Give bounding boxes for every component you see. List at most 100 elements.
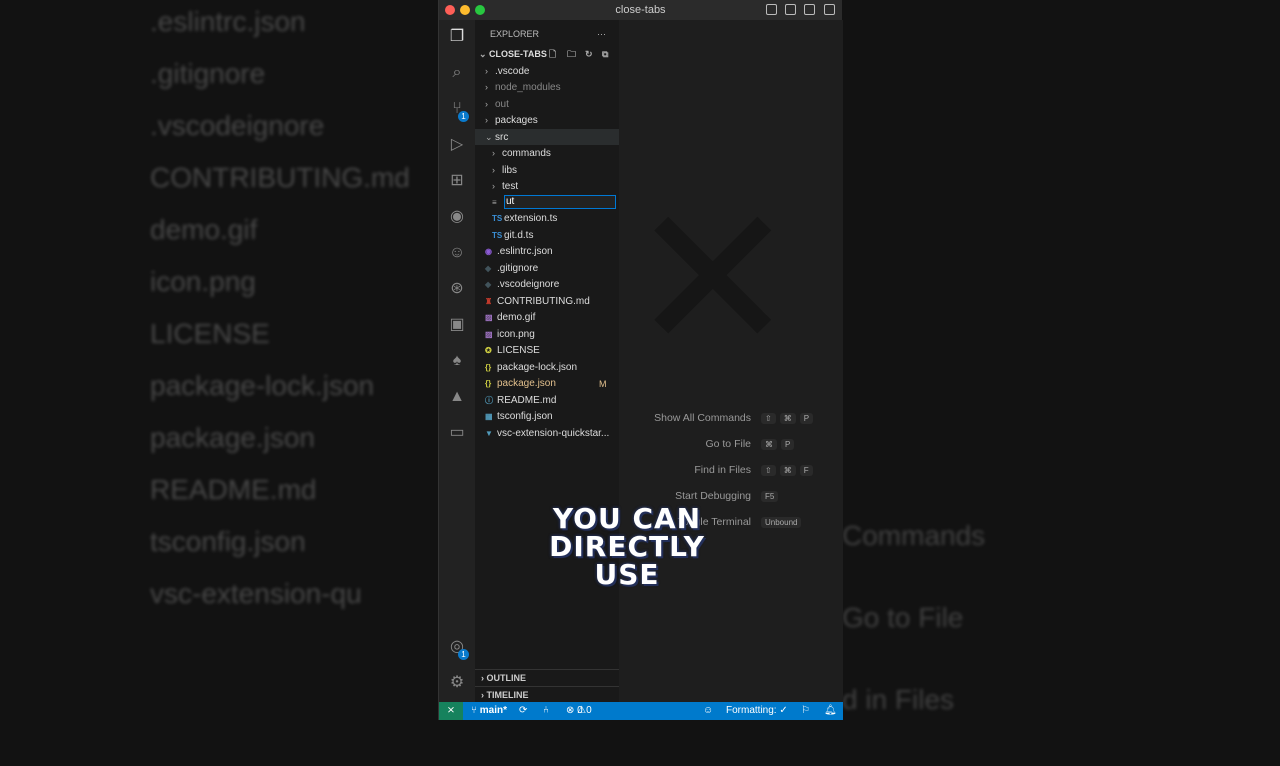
file-item[interactable]: {} package-lock.json [475,360,619,377]
item-label: demo.gif [497,312,536,323]
settings-gear-icon[interactable]: ⚙ [448,674,466,692]
toggle-secondary-sidebar-icon[interactable] [804,4,815,15]
new-file-name-input[interactable]: ut [504,194,616,209]
title-bar: close-tabs [439,0,842,20]
editor-area: ✕ Show All Commands ⇧ ⌘ P Go to File ⌘ P Find i… [619,20,843,702]
mongodb-icon[interactable]: ♠ [448,352,466,370]
shortcut-label: Start Debugging [675,490,751,502]
new-folder-icon[interactable]: 🗀 [567,46,576,63]
file-item[interactable]: {} package.json M [475,376,619,393]
file-item[interactable]: ▼ vsc-extension-quickstar... [475,426,619,443]
toggle-sidebar-icon[interactable] [766,4,777,15]
explorer-sidebar: EXPLORER ··· ⌄ CLOSE-TABS 🗋 🗀 ↻ ⧉ › .vscode… [475,20,619,702]
notifications-bell-icon[interactable]: 🔔︎ [824,702,837,720]
root-folder-header[interactable]: ⌄ CLOSE-TABS 🗋 🗀 ↻ ⧉ [475,46,619,63]
file-item[interactable]: ▨ demo.gif [475,310,619,327]
item-label: .vscode [495,65,530,77]
folder-item[interactable]: › test [475,178,619,195]
close-window-button[interactable] [445,5,455,15]
file-item[interactable]: ◉ .eslintrc.json [475,244,619,261]
maximize-window-button[interactable] [475,5,485,15]
folder-item[interactable]: ⌄ src [475,128,619,145]
github-icon[interactable]: ◉ [448,208,466,226]
file-item[interactable]: TS git.d.ts [475,228,619,245]
activity-bar: ❐ ⌕ ⑂ 1 ▷ ⊞ ◉ ☺ ⊛ ▣ ♠ ▲ ▭ ◎ 1 ⚙ [439,20,475,702]
folder-item[interactable]: › packages [475,112,619,129]
git-graph-icon[interactable]: ⊛ [448,280,466,298]
status-bar: ⨯ ⑂ main* ⟳ ⑃ ⊗ 0 ⚠ 0 ☺ Formatting: ✓ ⚐ … [439,702,843,720]
run-debug-icon[interactable]: ▷ [448,136,466,154]
file-item[interactable]: ◆ .vscodeignore [475,277,619,294]
branch-indicator[interactable]: ⑂ main* [471,702,507,720]
formatting-status[interactable]: Formatting: ✓ [726,702,788,720]
sync-icon[interactable]: ⟳ [519,702,527,720]
blurred-file-label: package-lock.json [150,370,375,401]
refresh-icon[interactable]: ↻ [585,46,593,63]
file-item[interactable]: ✪ LICENSE [475,343,619,360]
json-file-icon: {} [485,362,492,372]
blurred-file-label: demo.gif [150,214,258,245]
blurred-shortcut-label: Commands [842,520,986,551]
keycap: ⌘ [779,413,796,424]
file-item[interactable]: ▨ icon.png [475,327,619,344]
explorer-icon[interactable]: ❐ [448,28,466,46]
remote-explorer-icon[interactable]: ▭ [448,424,466,442]
item-label: extension.ts [504,213,558,224]
folder-item[interactable]: › out [475,96,619,113]
item-label: .vscodeignore [497,279,560,290]
input-file-icon: ≡ [492,197,497,207]
preview-icon[interactable]: ▣ [448,316,466,334]
json-file-icon: {} [485,379,492,388]
copilot-status-icon[interactable]: ☺ [703,702,713,720]
chevron-down-icon: ⌄ [485,131,493,142]
git-graph-status-icon[interactable]: ⑃ [543,702,549,720]
file-item[interactable]: ⓘ README.md [475,393,619,410]
more-actions-button[interactable]: ··· [597,29,606,39]
shortcut-hint: Find in Files ⇧ ⌘ F [619,464,843,478]
file-item[interactable]: TS extension.ts [475,211,619,228]
file-item[interactable]: ≡ ut [475,194,619,212]
minimize-window-button[interactable] [460,5,470,15]
caption-line-1: YOU CAN DIRECTLY [549,502,705,563]
folder-item[interactable]: › libs [475,162,619,179]
shortcut-hint: Show All Commands ⇧ ⌘ P [619,412,843,426]
new-file-icon[interactable]: 🗋 [549,46,556,63]
extensions-icon[interactable]: ⊞ [448,172,466,190]
copilot-icon[interactable]: ☺ [448,244,466,262]
folder-item[interactable]: › commands [475,145,619,162]
git-file-icon: ◆ [485,263,492,273]
problems-indicator[interactable]: ⊗ 0 ⚠ 0 [566,702,592,720]
ts-file-icon: TS [492,230,503,240]
item-label: git.d.ts [504,229,534,241]
item-label: LICENSE [497,345,540,356]
shortcut-hint: Go to File ⌘ P [619,438,843,452]
chevron-right-icon: › [492,164,495,175]
collapse-all-icon[interactable]: ⧉ [602,46,608,63]
keycap: P [781,439,795,450]
customize-layout-icon[interactable] [824,4,835,15]
file-item[interactable]: ◆ .gitignore [475,261,619,278]
timeline-label: TIMELINE [486,690,529,700]
timeline-section[interactable]: › TIMELINE [475,686,619,703]
accounts-badge: 1 [458,649,469,660]
azure-icon[interactable]: ▲ [448,388,466,406]
feedback-icon[interactable]: ⚐ [801,702,810,720]
folder-item[interactable]: › node_modules [475,79,619,96]
toggle-panel-icon[interactable] [785,4,796,15]
remote-indicator-icon[interactable]: ⨯ [439,702,463,720]
outline-section[interactable]: › OUTLINE [475,669,619,686]
root-folder-label: CLOSE-TABS [489,49,547,59]
keycap: ⌘ [779,465,796,476]
search-icon[interactable]: ⌕ [448,64,466,82]
item-label: node_modules [495,82,561,93]
blurred-file-label: LICENSE [150,318,270,349]
item-label: package.json [497,378,556,389]
item-label: test [502,181,519,192]
folder-item[interactable]: › .vscode [475,63,619,80]
file-item[interactable]: ▦ tsconfig.json [475,409,619,426]
down-file-icon: ▼ [485,428,493,438]
contrib-file-icon: ♜ [485,296,493,306]
chevron-right-icon: › [485,65,488,76]
file-item[interactable]: ♜ CONTRIBUTING.md [475,294,619,311]
chevron-right-icon: › [485,98,488,109]
